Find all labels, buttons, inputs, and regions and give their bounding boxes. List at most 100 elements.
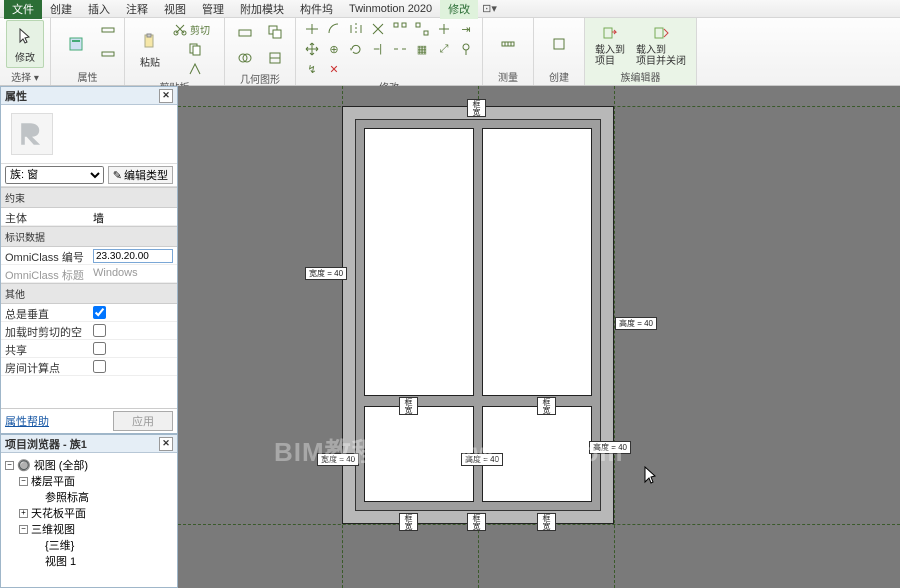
copy-move-button[interactable]: ⊕ bbox=[324, 40, 344, 58]
omni-num-val[interactable] bbox=[89, 247, 177, 264]
copy-button[interactable] bbox=[172, 40, 218, 58]
create-button[interactable] bbox=[540, 20, 578, 68]
tree-ceiling-plans[interactable]: +天花板平面 bbox=[5, 505, 173, 521]
measure-icon bbox=[497, 33, 519, 55]
share-key: 共享 bbox=[1, 340, 89, 357]
move-button[interactable] bbox=[302, 40, 322, 58]
always-vert-val[interactable] bbox=[89, 304, 177, 321]
create-icon bbox=[548, 33, 570, 55]
menu-manage[interactable]: 管理 bbox=[194, 0, 232, 19]
cut-void-val[interactable] bbox=[89, 322, 177, 339]
always-vert-checkbox[interactable] bbox=[93, 306, 106, 319]
array-button[interactable]: ▦ bbox=[412, 40, 432, 58]
type-selector[interactable]: 族: 窗 bbox=[5, 166, 104, 184]
expand-icon[interactable]: + bbox=[19, 509, 28, 518]
cut-geom-button[interactable] bbox=[261, 20, 289, 44]
collapse-icon[interactable]: − bbox=[19, 477, 28, 486]
tree-floor-plans[interactable]: −楼层平面 bbox=[5, 473, 173, 489]
extend-button[interactable]: ⇥ bbox=[456, 20, 476, 38]
measure-button[interactable] bbox=[489, 20, 527, 68]
host-key: 主体 bbox=[1, 208, 89, 225]
menu-twinmotion[interactable]: Twinmotion 2020 bbox=[341, 1, 440, 17]
menu-annotate[interactable]: 注释 bbox=[118, 0, 156, 19]
mirror-pick-button[interactable] bbox=[368, 20, 388, 38]
trim-button[interactable] bbox=[434, 20, 454, 38]
menu-component[interactable]: 构件坞 bbox=[292, 0, 341, 19]
cut-button[interactable]: 剪切 bbox=[172, 20, 218, 38]
menu-insert[interactable]: 插入 bbox=[80, 0, 118, 19]
share-val[interactable] bbox=[89, 340, 177, 357]
room-calc-checkbox[interactable] bbox=[93, 360, 106, 373]
split-face-button[interactable] bbox=[261, 46, 289, 70]
tree-views-all[interactable]: −🔘视图 (全部) bbox=[5, 457, 173, 473]
edit-type-button[interactable]: ✎编辑类型 bbox=[108, 166, 173, 184]
browser-close-icon[interactable]: ✕ bbox=[159, 437, 173, 451]
menu-file[interactable]: 文件 bbox=[4, 0, 42, 19]
dimension-label[interactable]: 框宽 bbox=[399, 397, 418, 415]
tree-3d-views[interactable]: −三维视图 bbox=[5, 521, 173, 537]
load-into-project-close-button[interactable]: 载入到 项目并关闭 bbox=[632, 20, 690, 68]
type-preview bbox=[1, 105, 177, 163]
tree-view1[interactable]: 视图 1 bbox=[5, 553, 173, 569]
window-pane-top-right[interactable] bbox=[482, 128, 592, 396]
dimension-label[interactable]: 框宽 bbox=[467, 513, 486, 531]
dimension-label[interactable]: 高度 = 40 bbox=[615, 317, 657, 330]
collapse-icon[interactable]: − bbox=[5, 461, 14, 470]
delete-button[interactable]: ✕ bbox=[324, 60, 344, 78]
prop-sub-button-2[interactable] bbox=[98, 45, 118, 63]
rotate-button[interactable] bbox=[346, 40, 366, 58]
properties-close-icon[interactable]: ✕ bbox=[159, 89, 173, 103]
ribbon-group-geometry: 几何图形 bbox=[225, 18, 296, 85]
trim-corner-button[interactable]: ⎯| bbox=[368, 40, 388, 58]
paste-button[interactable]: 粘贴 bbox=[131, 25, 169, 73]
mirror-axis-button[interactable] bbox=[346, 20, 366, 38]
section-idata[interactable]: 标识数据 bbox=[1, 226, 177, 247]
section-other[interactable]: 其他 bbox=[1, 283, 177, 304]
menu-addins[interactable]: 附加模块 bbox=[232, 0, 292, 19]
omni-num-input[interactable] bbox=[93, 249, 173, 263]
host-val[interactable]: 墙 bbox=[89, 208, 177, 225]
grid-a-button[interactable] bbox=[390, 20, 410, 38]
align-button[interactable] bbox=[302, 20, 322, 38]
project-browser-panel: 项目浏览器 - 族1✕ −🔘视图 (全部) −楼层平面 参照标高 +天花板平面 … bbox=[0, 434, 178, 588]
cope-button[interactable] bbox=[231, 20, 259, 44]
cut-void-checkbox[interactable] bbox=[93, 324, 106, 337]
apply-button[interactable]: 应用 bbox=[113, 411, 173, 431]
ribbon-expand-icon[interactable]: ⊡▾ bbox=[482, 2, 497, 15]
prop-sub-button-1[interactable] bbox=[98, 25, 118, 43]
menu-modify[interactable]: 修改 bbox=[440, 0, 478, 19]
section-constraints[interactable]: 约束 bbox=[1, 187, 177, 208]
dimension-label[interactable]: 框宽 bbox=[467, 99, 486, 117]
drawing-canvas[interactable]: 宽度 = 40 高度 = 40 宽度 = 40 高度 = 40 高度 = 40 … bbox=[178, 86, 900, 588]
dimension-label[interactable]: 框宽 bbox=[399, 513, 418, 531]
unpin-button[interactable]: ↯ bbox=[302, 60, 322, 78]
browser-header[interactable]: 项目浏览器 - 族1✕ bbox=[1, 435, 177, 453]
browser-tree[interactable]: −🔘视图 (全部) −楼层平面 参照标高 +天花板平面 −三维视图 {三维} 视… bbox=[1, 453, 177, 587]
properties-button[interactable] bbox=[57, 20, 95, 68]
dimension-label[interactable]: 宽度 = 40 bbox=[305, 267, 347, 280]
join-button[interactable] bbox=[231, 46, 259, 70]
split-button[interactable] bbox=[390, 40, 410, 58]
scale-button[interactable]: ⤢ bbox=[434, 40, 454, 58]
grid-b-button[interactable] bbox=[412, 20, 432, 38]
modify-tool-button[interactable]: 修改 bbox=[6, 20, 44, 68]
properties-help-link[interactable]: 属性帮助 bbox=[5, 413, 49, 429]
room-calc-val[interactable] bbox=[89, 358, 177, 375]
tree-3d-default[interactable]: {三维} bbox=[5, 537, 173, 553]
collapse-icon[interactable]: − bbox=[19, 525, 28, 534]
share-checkbox[interactable] bbox=[93, 342, 106, 355]
cursor-icon bbox=[14, 25, 36, 47]
load-into-project-button[interactable]: 载入到 项目 bbox=[591, 20, 629, 68]
tree-ref-level[interactable]: 参照标高 bbox=[5, 489, 173, 505]
menu-view[interactable]: 视图 bbox=[156, 0, 194, 19]
offset-button[interactable] bbox=[324, 20, 344, 38]
dimension-label[interactable]: 框宽 bbox=[537, 513, 556, 531]
group-create-label: 创建 bbox=[549, 68, 569, 85]
menu-create[interactable]: 创建 bbox=[42, 0, 80, 19]
dimension-label[interactable]: 框宽 bbox=[537, 397, 556, 415]
pin-button[interactable] bbox=[456, 40, 476, 58]
match-button[interactable] bbox=[172, 60, 218, 78]
group-measure-label: 测量 bbox=[498, 68, 518, 85]
properties-header[interactable]: 属性✕ bbox=[1, 87, 177, 105]
window-pane-top-left[interactable] bbox=[364, 128, 474, 396]
